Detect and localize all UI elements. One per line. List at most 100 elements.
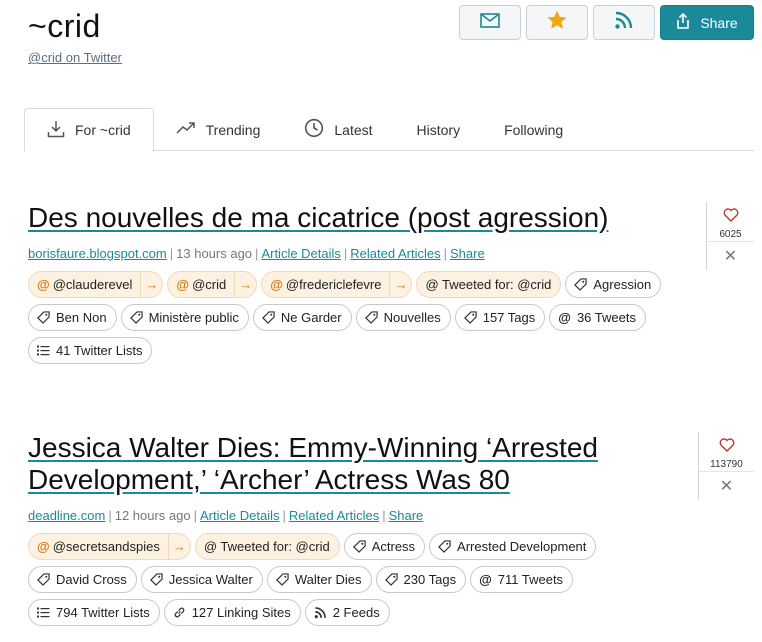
tag-chip[interactable]: Ben Non: [28, 304, 117, 331]
related-articles-link[interactable]: Related Articles: [350, 246, 440, 261]
tag-icon: [574, 278, 588, 291]
tag-chip[interactable]: Agression: [565, 271, 662, 298]
tag-chip[interactable]: Ministère public: [120, 304, 249, 331]
tab-for-crid[interactable]: For ~crid: [24, 108, 154, 152]
arrow-right-icon[interactable]: →: [140, 272, 162, 297]
tag-icon: [149, 573, 163, 586]
tag-chip[interactable]: David Cross: [28, 566, 137, 593]
article-source[interactable]: deadline.com: [28, 508, 105, 523]
article-details-link[interactable]: Article Details: [261, 246, 340, 261]
top-actions: Share: [459, 5, 754, 40]
close-icon: ✕: [723, 248, 738, 265]
tweeted-for-chip[interactable]: @ Tweeted for: @crid: [416, 271, 562, 298]
tab-bar: For ~crid Trending Latest History Follow…: [24, 108, 754, 152]
tweeted-for-label: @ Tweeted for: @crid: [425, 277, 552, 292]
tag-label: Agression: [593, 277, 652, 292]
tag-label: Ben Non: [56, 310, 107, 325]
like-button[interactable]: 113790: [699, 432, 754, 472]
favorite-button[interactable]: [526, 5, 588, 40]
tag-chip[interactable]: Nouvelles: [355, 304, 451, 331]
at-icon: @: [37, 539, 50, 554]
article-card: Des nouvelles de ma cicatrice (post agre…: [28, 202, 758, 364]
tab-label: Latest: [334, 121, 373, 138]
tab-trending[interactable]: Trending: [154, 108, 283, 151]
rss-button[interactable]: [593, 5, 655, 40]
arrow-right-icon[interactable]: →: [167, 534, 190, 559]
linking-sites-chip[interactable]: 127 Linking Sites: [163, 599, 301, 626]
article-share-link[interactable]: Share: [389, 508, 424, 523]
tag-chip[interactable]: Actress: [343, 533, 426, 560]
mention-label: @crid: [192, 277, 227, 292]
share-button-label: Share: [700, 14, 738, 31]
list-icon: [37, 607, 50, 618]
like-button[interactable]: 6025: [707, 202, 754, 242]
article-card: Jessica Walter Dies: Emmy-Winning ‘Arres…: [28, 432, 758, 626]
related-articles-link[interactable]: Related Articles: [289, 508, 379, 523]
tweeted-for-chip[interactable]: @ Tweeted for: @crid: [194, 533, 340, 560]
tweets-count-chip[interactable]: @36 Tweets: [549, 304, 646, 331]
tag-chip[interactable]: Jessica Walter: [140, 566, 263, 593]
tags-count-chip[interactable]: 230 Tags: [375, 566, 467, 593]
mention-chip[interactable]: @ @fredericlefevre →: [261, 271, 413, 298]
link-icon: [173, 606, 186, 619]
tab-following[interactable]: Following: [482, 108, 585, 151]
twitter-lists-chip[interactable]: 41 Twitter Lists: [28, 337, 153, 364]
tag-icon: [129, 311, 143, 324]
article-time: 12 hours ago: [114, 508, 191, 523]
at-icon: @: [558, 310, 571, 325]
mention-chip[interactable]: @ @secretsandspies →: [28, 533, 191, 560]
article-source[interactable]: borisfaure.blogspot.com: [28, 246, 167, 261]
arrow-right-icon[interactable]: →: [389, 272, 411, 297]
twitter-lists-label: 794 Twitter Lists: [56, 605, 150, 620]
heart-icon: [723, 208, 739, 227]
dismiss-button[interactable]: ✕: [720, 472, 733, 500]
tag-label: Actress: [371, 539, 416, 554]
feeds-chip[interactable]: 2 Feeds: [304, 599, 390, 626]
mention-label: @secretsandspies: [52, 539, 160, 554]
tag-chip[interactable]: Walter Dies: [266, 566, 372, 593]
site-title: ~crid: [28, 8, 101, 44]
at-icon: @: [176, 277, 190, 292]
twitter-lists-chip[interactable]: 794 Twitter Lists: [28, 599, 160, 626]
arrow-right-icon[interactable]: →: [234, 272, 256, 297]
heart-icon: [719, 438, 735, 457]
mention-chip[interactable]: @ @clauderevel →: [28, 271, 164, 298]
tag-icon: [352, 540, 366, 553]
site-subtitle-link[interactable]: @crid on Twitter: [28, 50, 122, 65]
tag-chip[interactable]: Ne Garder: [252, 304, 352, 331]
tag-icon: [37, 311, 50, 324]
linking-sites-label: 127 Linking Sites: [191, 605, 291, 620]
article-time: 13 hours ago: [176, 246, 253, 261]
tab-label: Trending: [205, 121, 261, 138]
tab-label: Following: [504, 121, 564, 138]
mention-chip[interactable]: @ @crid →: [167, 271, 258, 298]
tags-count-chip[interactable]: 157 Tags: [454, 304, 546, 331]
download-icon: [47, 120, 65, 141]
article-share-link[interactable]: Share: [450, 246, 485, 261]
chip-list: @ @secretsandspies → @ Tweeted for: @crid …: [28, 533, 698, 626]
article-title[interactable]: Jessica Walter Dies: Emmy-Winning ‘Arres…: [28, 432, 658, 496]
tweeted-for-label: @ Tweeted for: @crid: [203, 539, 330, 554]
list-icon: [37, 345, 50, 356]
at-icon: @: [37, 277, 50, 292]
tag-icon: [438, 540, 451, 553]
chip-list: @ @clauderevel → @ @crid → @ @fredericlefevre…: [28, 271, 698, 364]
like-panel: 113790 ✕: [698, 432, 754, 500]
mail-icon: [480, 12, 500, 33]
share-icon: [676, 12, 690, 32]
like-panel: 6025 ✕: [706, 202, 754, 270]
tag-icon: [37, 573, 50, 586]
share-button[interactable]: Share: [660, 5, 754, 40]
dismiss-button[interactable]: ✕: [724, 242, 737, 270]
at-icon: @: [479, 572, 492, 587]
tag-label: Arrested Development: [457, 539, 587, 554]
article-title[interactable]: Des nouvelles de ma cicatrice (post agre…: [28, 202, 688, 234]
tags-count-label: 230 Tags: [403, 572, 457, 587]
email-button[interactable]: [459, 5, 521, 40]
like-count: 6025: [719, 229, 742, 240]
tab-history[interactable]: History: [395, 108, 483, 151]
tweets-count-chip[interactable]: @711 Tweets: [470, 566, 574, 593]
tab-latest[interactable]: Latest: [282, 108, 394, 151]
tag-chip[interactable]: Arrested Development: [429, 533, 597, 560]
article-details-link[interactable]: Article Details: [200, 508, 279, 523]
